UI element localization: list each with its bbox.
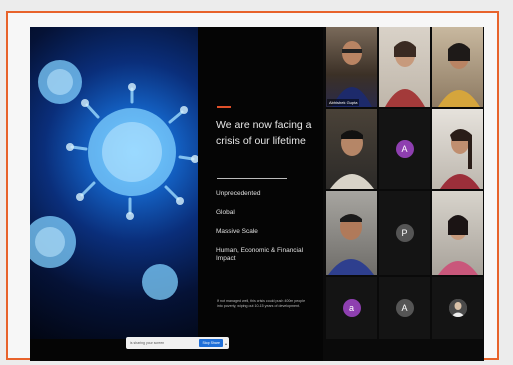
screen-share-bar: is sharing your screen Stop Share ▴ (126, 337, 229, 349)
bullet-item: Human, Economic & Financial Impact (216, 247, 304, 262)
slide-footnote: If not managed well, this crisis could p… (217, 299, 306, 308)
video-feed (432, 109, 483, 189)
avatar: A (395, 140, 414, 158)
video-feed (326, 109, 377, 189)
participant-tile[interactable] (432, 27, 483, 107)
accent-bar (217, 106, 231, 108)
stop-share-button[interactable]: Stop Share (199, 339, 223, 347)
bullet-item: Unprecedented (216, 190, 261, 197)
avatar: a (342, 299, 361, 317)
video-feed (432, 191, 483, 275)
meeting-window: We are now facing a crisis of our lifeti… (30, 27, 484, 361)
participant-tile[interactable]: A (379, 109, 430, 189)
share-status-text: is sharing your screen (130, 341, 165, 345)
video-feed (379, 27, 430, 107)
participant-tile[interactable] (326, 191, 377, 275)
bullet-list: Unprecedented Global Massive Scale Human… (216, 190, 316, 274)
chevron-up-icon[interactable]: ▴ (225, 341, 227, 346)
participant-tile[interactable] (326, 109, 377, 189)
shared-slide: We are now facing a crisis of our lifeti… (30, 27, 323, 361)
bullet-item: Global (216, 209, 235, 216)
participant-tile[interactable]: Abhishek Gupta (326, 27, 377, 107)
participant-tile[interactable] (379, 27, 430, 107)
participant-name: Abhishek Gupta (327, 99, 360, 106)
avatar: P (395, 224, 414, 242)
slide-title: We are now facing a crisis of our lifeti… (216, 119, 312, 147)
participant-tile[interactable]: A (379, 277, 430, 339)
participant-grid: Abhishek Gupta A P a A (326, 27, 484, 361)
profile-photo (448, 299, 467, 317)
video-feed (326, 27, 377, 107)
participant-tile[interactable] (432, 191, 483, 275)
video-feed (432, 27, 483, 107)
participant-tile[interactable]: P (379, 191, 430, 275)
participant-tile[interactable] (432, 277, 483, 339)
title-divider (217, 178, 287, 179)
avatar: A (395, 299, 414, 317)
video-feed (326, 191, 377, 275)
bullet-item: Massive Scale (216, 228, 258, 235)
participant-tile[interactable]: a (326, 277, 377, 339)
participant-tile[interactable] (432, 109, 483, 189)
virus-image (30, 27, 198, 339)
